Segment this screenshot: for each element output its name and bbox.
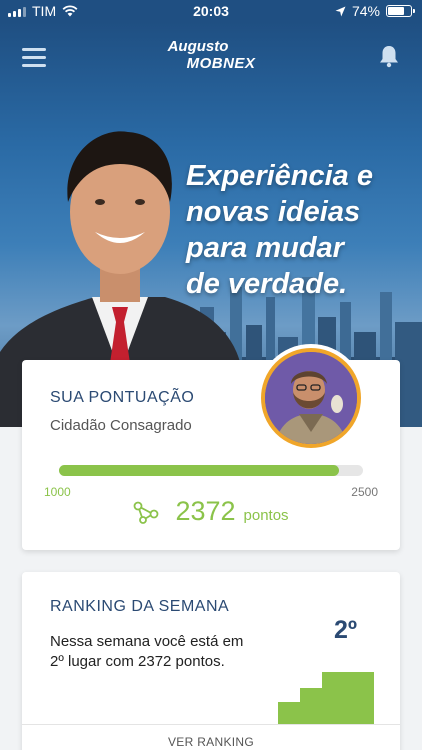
ranking-card: RANKING DA SEMANA Nessa semana você está…: [22, 572, 400, 750]
status-bar: TIM 20:03 74%: [0, 0, 422, 22]
avatar[interactable]: [257, 344, 365, 452]
bell-icon[interactable]: [378, 44, 400, 68]
points-network-icon: [134, 501, 159, 524]
score-progress-fill: [59, 465, 339, 476]
podium-bar-third: [278, 702, 300, 724]
points-display: 2372 pontos: [22, 496, 400, 527]
battery-percent: 74%: [351, 3, 380, 19]
hero-headline: Experiência e novas ideias para mudar de…: [186, 158, 416, 302]
location-arrow-icon: [335, 6, 346, 16]
score-card: SUA PONTUAÇÃO Cidadão Consagrado 1000 25…: [22, 344, 400, 550]
logo-line-2: MOBNEX: [186, 55, 256, 72]
view-ranking-button[interactable]: VER RANKING: [22, 735, 400, 749]
logo-line-1: Augusto: [167, 38, 229, 55]
headline-line: Experiência e: [186, 160, 373, 192]
headline-line: de verdade.: [186, 268, 348, 300]
headline-line: novas ideias: [186, 196, 361, 228]
bearded-man-illustration: [265, 352, 357, 444]
score-progress-bar: [59, 465, 363, 476]
headline-line: para mudar: [186, 232, 344, 264]
score-level: Cidadão Consagrado: [50, 417, 192, 434]
divider: [22, 724, 400, 725]
ranking-position: 2º: [334, 616, 358, 644]
ranking-description: Nessa semana você está em 2º lugar com 2…: [50, 633, 244, 670]
score-title: SUA PONTUAÇÃO: [50, 389, 195, 406]
podium-bar-second: [300, 688, 322, 724]
podium-chart-icon: [278, 672, 374, 724]
points-value: 2372: [175, 496, 236, 526]
battery-icon: [386, 5, 415, 17]
app-logo: Augusto MOBNEX: [0, 38, 422, 72]
podium-bar-first: [322, 672, 374, 724]
avatar-image: [261, 348, 361, 448]
points-unit: pontos: [243, 507, 289, 524]
status-right: 74%: [335, 3, 415, 19]
ranking-title: RANKING DA SEMANA: [50, 598, 230, 615]
